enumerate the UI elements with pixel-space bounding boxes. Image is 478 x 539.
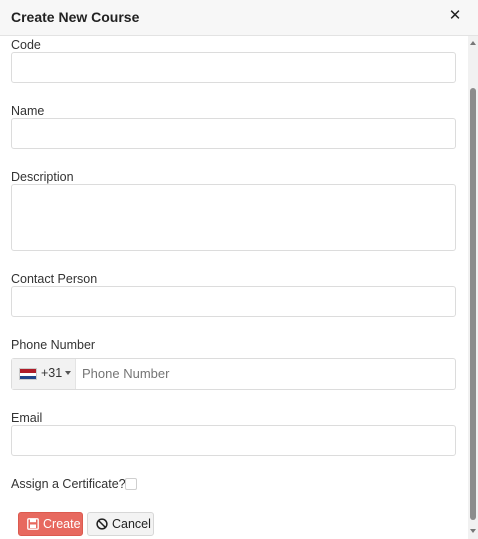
name-field[interactable] xyxy=(11,118,456,149)
contact-person-field[interactable] xyxy=(11,286,456,317)
save-icon xyxy=(27,518,39,530)
phone-number-input[interactable] xyxy=(80,365,444,382)
modal-header: Create New Course ✕ xyxy=(0,0,478,36)
description-label: Description xyxy=(11,170,74,184)
scrollbar[interactable] xyxy=(468,36,478,539)
dial-code: +31 xyxy=(41,366,63,380)
modal-body: Code Name Description Contact Person Pho… xyxy=(0,36,468,539)
scroll-up-icon[interactable] xyxy=(470,41,476,45)
scroll-down-icon[interactable] xyxy=(470,529,476,533)
cancel-icon xyxy=(96,518,108,530)
contact-person-label: Contact Person xyxy=(11,272,98,286)
phone-number-label: Phone Number xyxy=(11,338,96,352)
close-icon[interactable]: ✕ xyxy=(448,8,462,24)
create-course-modal: Create New Course ✕ Code Name Descriptio… xyxy=(0,0,478,539)
cancel-button[interactable]: Cancel xyxy=(87,512,154,536)
name-label: Name xyxy=(11,104,45,118)
email-field[interactable] xyxy=(11,425,456,456)
create-button[interactable]: Create xyxy=(18,512,83,536)
cancel-button-label: Cancel xyxy=(112,517,151,531)
certificate-label: Assign a Certificate? xyxy=(11,477,126,491)
country-code-select[interactable]: +31 xyxy=(12,359,76,389)
code-field[interactable] xyxy=(11,52,456,83)
certificate-checkbox[interactable] xyxy=(125,478,137,490)
email-label: Email xyxy=(11,411,43,425)
code-label: Code xyxy=(11,38,41,52)
chevron-down-icon xyxy=(65,371,71,375)
netherlands-flag-icon xyxy=(19,368,37,380)
description-field[interactable] xyxy=(11,184,456,251)
phone-number-group: +31 xyxy=(11,358,456,390)
create-button-label: Create xyxy=(43,517,81,531)
scrollbar-thumb[interactable] xyxy=(470,88,476,520)
modal-title: Create New Course xyxy=(11,9,140,25)
